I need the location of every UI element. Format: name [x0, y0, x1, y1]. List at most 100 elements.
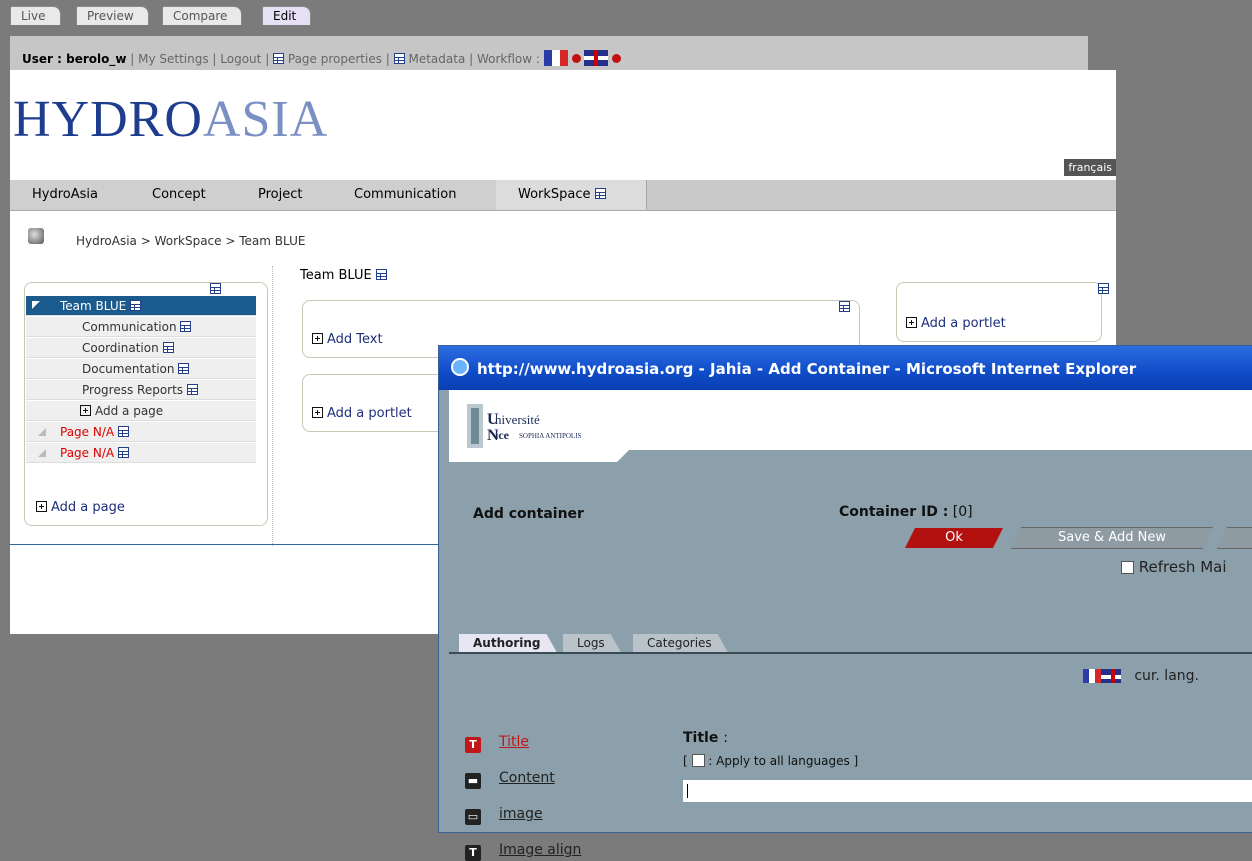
tree-item-edit-icon[interactable]	[117, 447, 129, 458]
tab-underline	[449, 652, 1252, 654]
logout-link[interactable]: Logout	[220, 52, 261, 66]
page-properties-icon	[273, 53, 285, 64]
cancel-button-partial[interactable]	[1217, 527, 1252, 549]
tree-item-label: Coordination	[82, 341, 159, 355]
refresh-main-checkbox[interactable]	[1121, 561, 1134, 574]
tree-item-team-blue[interactable]: Team BLUE	[26, 296, 256, 316]
language-switch-link[interactable]: français	[1064, 159, 1116, 176]
tree-item-label: Progress Reports	[82, 383, 184, 397]
field-image-align-link[interactable]: T Image align	[465, 842, 581, 861]
tree-portlet-edit-icon[interactable]	[210, 283, 221, 294]
university-name-line2: ice	[495, 428, 509, 442]
right-portlet-edit-icon[interactable]	[1098, 283, 1110, 294]
tab-logs[interactable]: Logs	[563, 634, 621, 652]
tree-item-progress-reports[interactable]: Progress Reports	[26, 380, 256, 400]
user-label: User : berolo_w	[22, 52, 127, 66]
apply-all-languages-checkbox[interactable]	[691, 754, 705, 767]
tab-compare[interactable]: Compare	[162, 6, 243, 25]
tree-add-page-inner[interactable]: Add a page	[26, 401, 256, 421]
admin-toolbar: User : berolo_w | My Settings | Logout |…	[10, 36, 1088, 71]
site-logo[interactable]: HYDROASIA	[13, 90, 328, 149]
university-name-line1: niversité	[495, 412, 540, 427]
tree-item-documentation[interactable]: Documentation	[26, 359, 256, 379]
window-body: U N niversité ice SOPHIA ANTIPOLIS Add c…	[439, 390, 1252, 861]
tree-item-edit-icon[interactable]	[186, 384, 198, 395]
nav-item-workspace-label: WorkSpace	[518, 187, 591, 202]
title-field-heading-text: Title	[683, 730, 719, 746]
workflow-status-dot-en	[612, 54, 622, 63]
university-logo: U N	[467, 404, 499, 448]
tree-item-label: Page N/A	[60, 425, 115, 439]
tree-item-page-na-2[interactable]: Page N/A	[26, 443, 256, 463]
main-nav: HydroAsia Concept Project Communication …	[10, 180, 1116, 211]
ok-button[interactable]: Ok	[905, 528, 1003, 548]
apply-all-languages-label: : Apply to all languages	[708, 754, 850, 768]
container-id-value: [0]	[952, 504, 973, 520]
title-input[interactable]	[683, 780, 1252, 802]
uk-flag-icon[interactable]	[584, 50, 609, 66]
title-field-heading-colon: :	[723, 730, 728, 746]
text-field-icon: T	[465, 845, 481, 861]
add-portlet-label: Add a portlet	[327, 406, 412, 421]
add-text-label: Add Text	[327, 332, 383, 347]
page-properties-link[interactable]: Page properties	[288, 52, 382, 66]
french-flag-icon[interactable]	[543, 50, 568, 66]
field-image-label: image	[499, 806, 543, 822]
window-title: http://www.hydroasia.org - Jahia - Add C…	[477, 360, 1137, 378]
tree-item-label: Page N/A	[60, 446, 115, 460]
tree-item-communication[interactable]: Communication	[26, 317, 256, 337]
field-image-link[interactable]: ▭ image	[465, 806, 543, 825]
nav-item-concept[interactable]: Concept	[130, 180, 237, 210]
tab-authoring[interactable]: Authoring	[459, 634, 557, 652]
dialog-heading: Add container	[473, 506, 584, 522]
container-id: Container ID : [0]	[839, 504, 973, 520]
container-id-label: Container ID :	[839, 504, 949, 520]
window-titlebar[interactable]: http://www.hydroasia.org - Jahia - Add C…	[439, 346, 1252, 390]
tree-item-edit-icon[interactable]	[162, 342, 174, 353]
right-add-portlet-link[interactable]: Add a portlet	[906, 316, 1006, 331]
add-text-link[interactable]: Add Text	[312, 332, 383, 347]
refresh-main-label: Refresh Mai	[1138, 558, 1227, 576]
nav-item-communication[interactable]: Communication	[332, 180, 501, 210]
nav-item-workspace[interactable]: WorkSpace	[496, 180, 647, 210]
tab-live[interactable]: Live	[10, 6, 61, 25]
tab-edit[interactable]: Edit	[262, 6, 312, 25]
tab-edit-label: Edit	[273, 9, 297, 23]
text-field-icon: T	[465, 737, 481, 753]
tree-item-edit-icon[interactable]	[117, 426, 129, 437]
french-flag-icon[interactable]	[1083, 669, 1101, 683]
home-icon[interactable]	[28, 228, 44, 244]
text-container-edit-icon[interactable]	[839, 301, 851, 312]
tab-categories[interactable]: Categories	[633, 634, 728, 652]
breadcrumb: HydroAsia > WorkSpace > Team BLUE	[76, 234, 306, 248]
university-subtitle: SOPHIA ANTIPOLIS	[519, 432, 582, 440]
add-page-link[interactable]: Add a page	[36, 500, 125, 515]
nav-item-project[interactable]: Project	[236, 180, 337, 210]
logo-part-asia: ASIA	[202, 91, 329, 148]
workflow-status-dot-fr	[571, 54, 581, 63]
right-add-portlet-label: Add a portlet	[921, 316, 1006, 331]
title-field-heading: Title :	[683, 730, 728, 746]
field-title-link[interactable]: T Title	[465, 734, 529, 753]
metadata-link[interactable]: Metadata	[408, 52, 465, 66]
tree-item-page-na-1[interactable]: Page N/A	[26, 422, 256, 442]
workspace-edit-icon[interactable]	[594, 188, 606, 199]
tree-item-edit-icon[interactable]	[178, 363, 190, 374]
content-title: Team BLUE	[300, 268, 387, 283]
team-blue-edit-icon[interactable]	[130, 300, 142, 311]
uk-flag-icon[interactable]	[1101, 669, 1121, 683]
logo-part-hydro: HYDRO	[13, 91, 203, 148]
bigtext-field-icon: ▬	[465, 773, 481, 789]
nav-item-hydroasia[interactable]: HydroAsia	[10, 180, 135, 210]
content-title-edit-icon[interactable]	[375, 269, 387, 280]
tree-item-coordination[interactable]: Coordination	[26, 338, 256, 358]
field-content-link[interactable]: ▬ Content	[465, 770, 555, 789]
language-selector: cur. lang.	[1083, 668, 1199, 684]
tab-preview[interactable]: Preview	[76, 6, 149, 25]
add-portlet-link[interactable]: Add a portlet	[312, 406, 412, 421]
tree-item-edit-icon[interactable]	[180, 321, 192, 332]
save-add-new-button[interactable]: Save & Add New	[1011, 527, 1213, 549]
expanded-arrow-icon	[32, 301, 40, 309]
my-settings-link[interactable]: My Settings	[138, 52, 209, 66]
current-language-label: cur. lang.	[1134, 668, 1199, 684]
